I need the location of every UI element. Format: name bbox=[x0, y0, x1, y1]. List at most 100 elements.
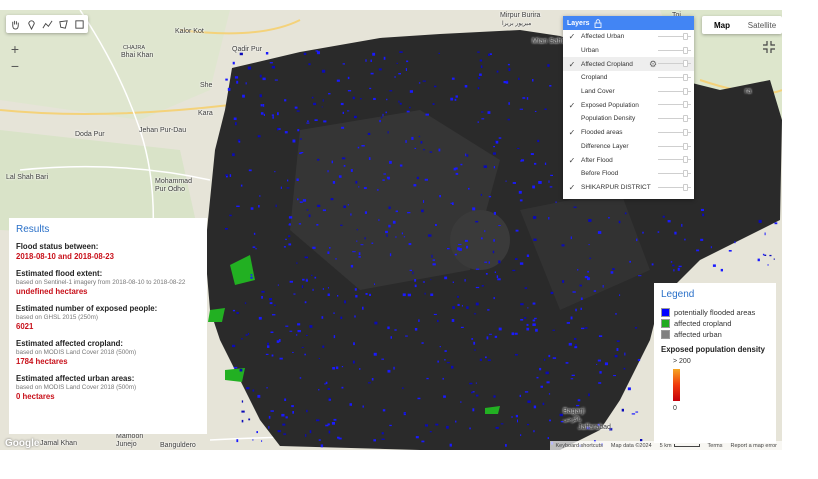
map-canvas[interactable]: Kalor Kot CHAJRA Bhai Khan Qadir Pur Mir… bbox=[0, 10, 782, 450]
opacity-slider-handle[interactable] bbox=[683, 115, 688, 123]
map-data-text: Map data ©2024 bbox=[610, 442, 652, 449]
place-label: Jaffarabad bbox=[578, 424, 611, 431]
legend-label: affected urban bbox=[674, 330, 722, 339]
place-label: Doda Pur bbox=[75, 131, 105, 138]
place-label: She bbox=[200, 82, 213, 89]
layer-checkbox[interactable] bbox=[567, 114, 577, 124]
results-panel: Results Flood status between: 2018-08-10… bbox=[9, 218, 207, 434]
affected-cropland-value: 1784 hectares bbox=[16, 357, 68, 366]
flood-status-label: Flood status between: bbox=[16, 242, 99, 251]
legend-density-min: 0 bbox=[673, 405, 677, 412]
fullscreen-icon[interactable] bbox=[762, 40, 776, 54]
layer-row[interactable]: ✓ After Flood bbox=[563, 153, 694, 167]
checkmark-icon[interactable]: ✓ bbox=[567, 100, 577, 110]
keyboard-shortcuts-link[interactable]: Keyboard shortcuts bbox=[555, 443, 602, 449]
flood-extent-note: based on Sentinel-1 imagery from 2018-08… bbox=[16, 279, 186, 286]
place-label: Kara bbox=[198, 110, 213, 117]
marker-icon[interactable] bbox=[25, 18, 37, 31]
place-label: Jamal Khan bbox=[40, 440, 77, 447]
scale-control[interactable]: 5 km bbox=[660, 443, 700, 449]
legend-swatch bbox=[661, 319, 670, 328]
opacity-slider-handle[interactable] bbox=[683, 169, 688, 177]
opacity-slider-handle[interactable] bbox=[683, 128, 688, 136]
opacity-slider-handle[interactable] bbox=[683, 142, 688, 150]
layer-checkbox[interactable] bbox=[567, 169, 577, 179]
opacity-slider-handle[interactable] bbox=[683, 183, 688, 191]
layer-row[interactable]: Cropland bbox=[563, 71, 694, 85]
layer-row[interactable]: ✓ SHIKARPUR DISTRICT bbox=[563, 181, 694, 195]
results-title: Results bbox=[16, 224, 50, 235]
rectangle-icon[interactable] bbox=[73, 18, 85, 31]
exposed-people-label: Estimated number of exposed people: bbox=[16, 304, 158, 313]
layer-label: SHIKARPUR DISTRICT bbox=[581, 183, 651, 191]
opacity-slider-handle[interactable] bbox=[683, 101, 688, 109]
legend-panel: Legend potentially flooded areas affected… bbox=[654, 283, 776, 443]
place-label: Lal Shah Bari bbox=[6, 174, 49, 181]
layer-label: Flooded areas bbox=[581, 129, 623, 137]
legend-density-title: Exposed population density bbox=[661, 345, 765, 354]
legend-label: potentially flooded areas bbox=[674, 308, 756, 317]
zoom-out-button[interactable]: − bbox=[8, 59, 22, 73]
opacity-slider-handle[interactable] bbox=[683, 33, 688, 40]
legend-item: affected cropland bbox=[661, 319, 769, 328]
layer-row[interactable]: ✓ Affected Urban bbox=[563, 30, 694, 44]
zoom-in-button[interactable]: + bbox=[8, 42, 22, 56]
layer-row[interactable]: Difference Layer bbox=[563, 140, 694, 154]
affected-urban-note: based on MODIS Land Cover 2018 (500m) bbox=[16, 384, 137, 391]
map-type-map-button[interactable]: Map bbox=[702, 16, 742, 34]
map-attribution: Keyboard shortcuts Map data ©2024 5 km T… bbox=[550, 441, 782, 450]
affected-cropland-note: based on MODIS Land Cover 2018 (500m) bbox=[16, 349, 137, 356]
google-logo[interactable]: Google bbox=[5, 438, 39, 449]
map-type-satellite-button[interactable]: Satellite bbox=[742, 16, 782, 34]
legend-swatch bbox=[661, 330, 670, 339]
place-label: Qadir Pur bbox=[232, 46, 262, 53]
place-label: Bagarji bbox=[563, 408, 585, 415]
layer-label: Affected Cropland bbox=[581, 60, 633, 68]
checkmark-icon[interactable]: ✓ bbox=[567, 32, 577, 42]
layer-row[interactable]: Urban bbox=[563, 44, 694, 58]
layer-checkbox[interactable] bbox=[567, 46, 577, 56]
layer-label: Land Cover bbox=[581, 88, 615, 96]
place-label: Mamoon Junejo bbox=[116, 433, 144, 448]
gear-icon[interactable]: ⚙ bbox=[649, 59, 657, 70]
checkmark-icon[interactable]: ✓ bbox=[567, 182, 577, 192]
layer-row[interactable]: Population Density bbox=[563, 112, 694, 126]
opacity-slider-handle[interactable] bbox=[683, 156, 688, 164]
map-type-control: Map Satellite bbox=[702, 16, 782, 34]
layer-list: ✓ Affected Urban Urban ✓ Affected Cropland ⚙ C… bbox=[563, 30, 694, 194]
layer-row[interactable]: ✓ Flooded areas bbox=[563, 126, 694, 140]
opacity-slider-handle[interactable] bbox=[683, 74, 688, 82]
layer-row[interactable]: ✓ Exposed Population bbox=[563, 98, 694, 112]
layer-label: Population Density bbox=[581, 115, 636, 123]
terms-link[interactable]: Terms bbox=[708, 443, 723, 449]
polygon-icon[interactable] bbox=[57, 18, 69, 31]
drawing-toolbar bbox=[6, 15, 88, 33]
layers-header[interactable]: Layers bbox=[563, 16, 694, 30]
checkmark-icon[interactable]: ✓ bbox=[567, 59, 577, 69]
scale-label: 5 km bbox=[659, 442, 672, 449]
affected-urban-label: Estimated affected urban areas: bbox=[16, 374, 135, 383]
place-label: Mohammad Pur Odho bbox=[155, 178, 192, 193]
checkmark-icon[interactable]: ✓ bbox=[567, 128, 577, 138]
hand-icon[interactable] bbox=[9, 18, 21, 31]
place-label: Bhai Khan bbox=[121, 52, 154, 59]
layer-row[interactable]: Land Cover bbox=[563, 85, 694, 99]
legend-swatch bbox=[661, 308, 670, 317]
layer-row[interactable]: ✓ Affected Cropland ⚙ bbox=[563, 57, 694, 72]
layer-checkbox[interactable] bbox=[567, 73, 577, 83]
opacity-slider-handle[interactable] bbox=[683, 60, 688, 68]
place-label: CHAJRA bbox=[123, 45, 146, 51]
place-label: ra bbox=[745, 88, 752, 95]
affected-cropland-label: Estimated affected cropland: bbox=[16, 339, 124, 348]
exposed-people-note: based on GHSL 2015 (250m) bbox=[16, 314, 99, 321]
layer-checkbox[interactable] bbox=[567, 141, 577, 151]
opacity-slider-handle[interactable] bbox=[683, 46, 688, 54]
legend-label: affected cropland bbox=[674, 319, 732, 328]
layer-row[interactable]: Before Flood bbox=[563, 167, 694, 181]
layer-checkbox[interactable] bbox=[567, 87, 577, 97]
opacity-slider-handle[interactable] bbox=[683, 87, 688, 95]
checkmark-icon[interactable]: ✓ bbox=[567, 155, 577, 165]
polyline-icon[interactable] bbox=[41, 18, 53, 31]
report-error-link[interactable]: Report a map error bbox=[731, 443, 777, 449]
place-label: Mirpur Burira bbox=[500, 12, 541, 19]
